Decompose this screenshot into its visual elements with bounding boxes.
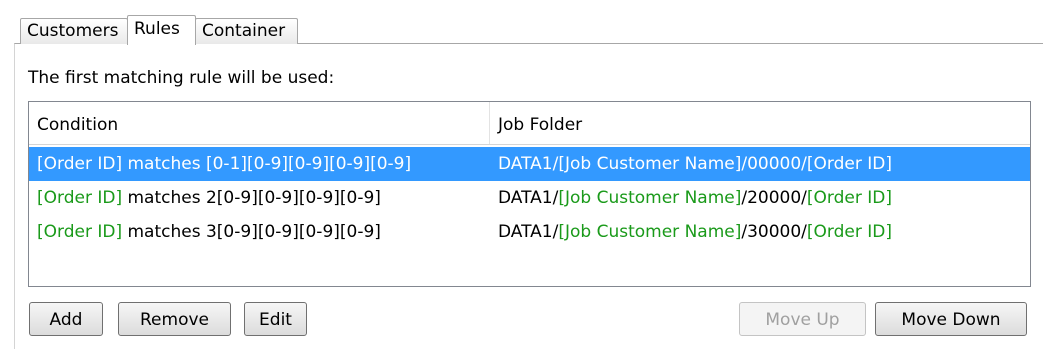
order-id-token: [Order ID] [37, 188, 123, 208]
edit-button[interactable]: Edit [244, 302, 307, 336]
rules-window: Customers Rules Container The first matc… [0, 0, 1043, 349]
condition-text: matches [0-1][0-9][0-9][0-9][0-9] [122, 154, 412, 174]
tab-rules[interactable]: Rules [127, 15, 196, 45]
tab-container[interactable]: Container [195, 18, 298, 44]
folder-middle: /30000/ [741, 222, 807, 242]
folder-middle: /20000/ [741, 188, 807, 208]
order-id-token: [Order ID] [37, 154, 123, 174]
add-button[interactable]: Add [29, 302, 103, 336]
table-header: Condition Job Folder [29, 102, 1030, 145]
folder-middle: /00000/ [741, 154, 807, 174]
customer-name-token: [Job Customer Name] [558, 222, 742, 242]
table-row[interactable]: [Order ID] matches 2[0-9][0-9][0-9][0-9]… [29, 181, 1030, 215]
folder-prefix: DATA1/ [498, 154, 559, 174]
order-id-token: [Order ID] [806, 154, 892, 174]
order-id-token: [Order ID] [37, 222, 123, 242]
order-id-token: [Order ID] [806, 188, 892, 208]
job-folder-cell: DATA1/[Job Customer Name]/20000/[Order I… [490, 181, 1030, 215]
rules-intro-label: The first matching rule will be used: [28, 68, 335, 88]
column-header-job-folder[interactable]: Job Folder [490, 102, 1030, 144]
condition-cell: [Order ID] matches [0-1][0-9][0-9][0-9][… [29, 147, 490, 181]
table-row[interactable]: [Order ID] matches 3[0-9][0-9][0-9][0-9]… [29, 215, 1030, 249]
column-header-condition[interactable]: Condition [29, 102, 490, 144]
condition-text: matches 3[0-9][0-9][0-9][0-9] [122, 222, 381, 242]
rules-table[interactable]: Condition Job Folder [Order ID] matches … [28, 101, 1031, 287]
condition-text: matches 2[0-9][0-9][0-9][0-9] [122, 188, 381, 208]
remove-button[interactable]: Remove [118, 302, 231, 336]
condition-cell: [Order ID] matches 3[0-9][0-9][0-9][0-9] [29, 215, 490, 249]
tab-bar: Customers Rules Container [0, 0, 1043, 45]
order-id-token: [Order ID] [806, 222, 892, 242]
folder-prefix: DATA1/ [498, 222, 559, 242]
customer-name-token: [Job Customer Name] [558, 188, 742, 208]
condition-cell: [Order ID] matches 2[0-9][0-9][0-9][0-9] [29, 181, 490, 215]
table-row[interactable]: [Order ID] matches [0-1][0-9][0-9][0-9][… [29, 147, 1030, 181]
tab-customers[interactable]: Customers [20, 18, 128, 44]
folder-prefix: DATA1/ [498, 188, 559, 208]
customer-name-token: [Job Customer Name] [558, 154, 742, 174]
move-down-button[interactable]: Move Down [875, 302, 1027, 336]
job-folder-cell: DATA1/[Job Customer Name]/00000/[Order I… [490, 147, 1030, 181]
move-up-button[interactable]: Move Up [739, 302, 866, 336]
job-folder-cell: DATA1/[Job Customer Name]/30000/[Order I… [490, 215, 1030, 249]
